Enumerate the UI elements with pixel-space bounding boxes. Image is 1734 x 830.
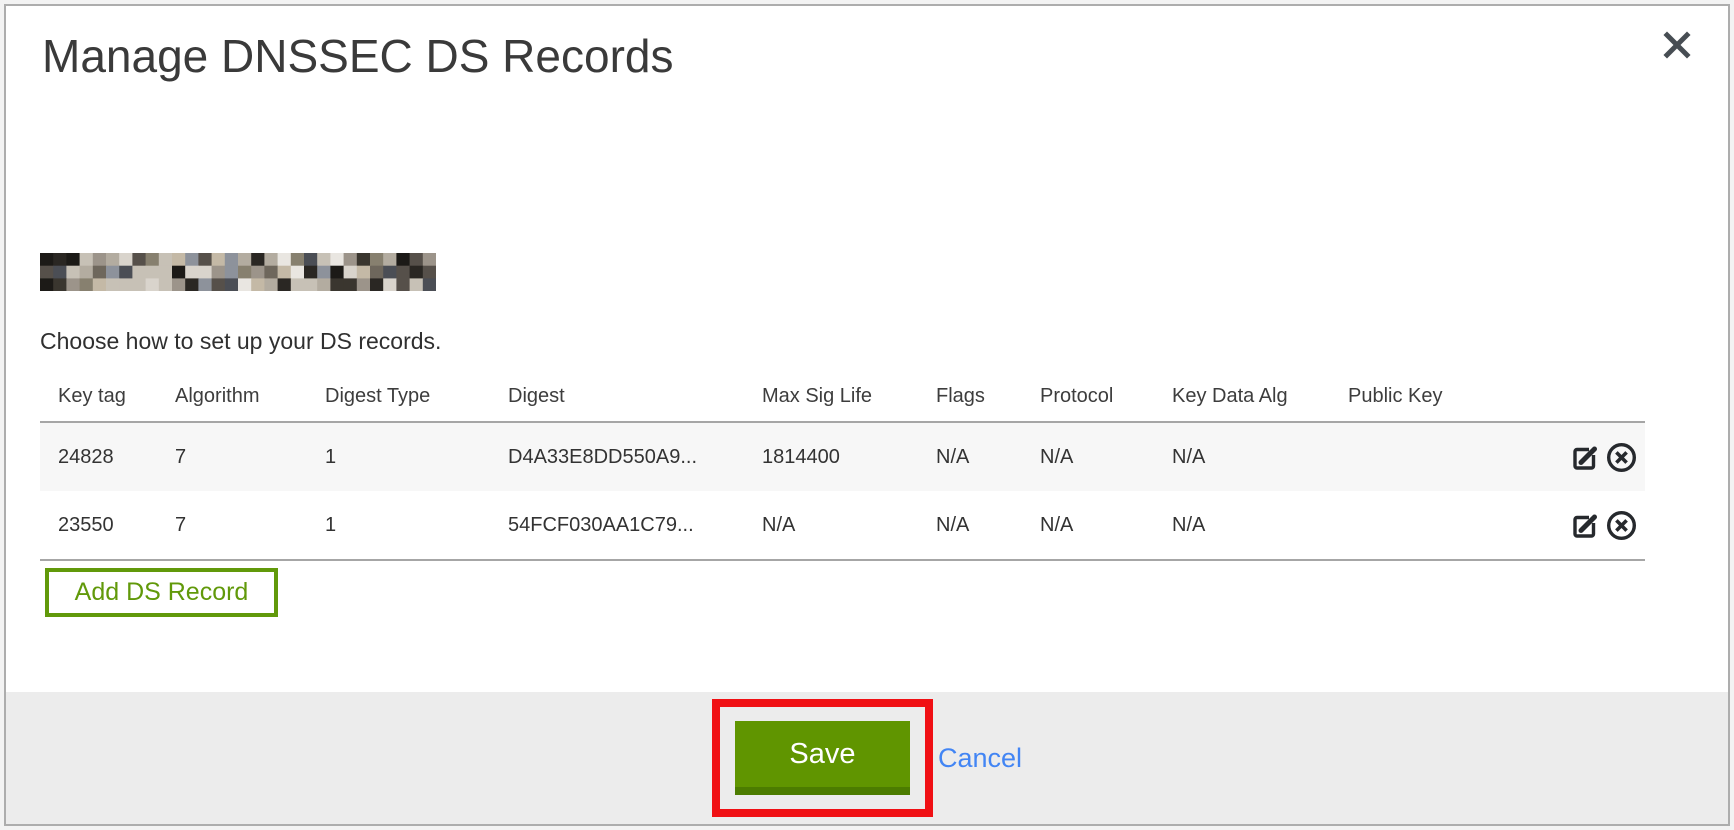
edit-record-button[interactable] [1569,441,1602,474]
col-header-flags: Flags [936,385,1040,408]
table-row: 23550 7 1 54FCF030AA1C79... N/A N/A N/A … [40,491,1645,559]
annotation-highlight-box: Save [712,699,933,817]
cancel-link[interactable]: Cancel [938,743,1022,774]
intro-text: Choose how to set up your DS records. [40,328,441,355]
screen: Manage DNSSEC DS Records Choose how to s… [0,0,1734,830]
edit-icon [1569,462,1602,475]
col-header-key-data-alg: Key Data Alg [1172,385,1348,408]
table-body: 24828 7 1 D4A33E8DD550A9... 1814400 N/A … [40,423,1645,561]
col-header-max-sig-life: Max Sig Life [762,385,936,408]
col-header-protocol: Protocol [1040,385,1172,408]
cell-algorithm: 7 [175,514,325,537]
cell-flags: N/A [936,514,1040,537]
close-icon [1660,28,1694,62]
table-row: 24828 7 1 D4A33E8DD550A9... 1814400 N/A … [40,423,1645,491]
cell-digest: 54FCF030AA1C79... [508,514,762,537]
cell-algorithm: 7 [175,446,325,469]
table-header-row: Key tag Algorithm Digest Type Digest Max… [40,368,1645,423]
delete-icon [1604,463,1639,475]
col-header-digest-type: Digest Type [325,385,508,408]
cell-max-sig-life: N/A [762,514,936,537]
delete-record-button[interactable] [1604,508,1639,543]
cell-digest-type: 1 [325,514,508,537]
manage-dnssec-modal: Manage DNSSEC DS Records Choose how to s… [4,4,1730,826]
redacted-domain-name [40,253,436,291]
edit-record-button[interactable] [1569,509,1602,542]
modal-title: Manage DNSSEC DS Records [42,32,673,80]
add-ds-record-button[interactable]: Add DS Record [45,568,278,617]
cell-key-data-alg: N/A [1172,514,1348,537]
cell-key-tag: 24828 [40,446,175,469]
delete-icon [1604,531,1639,543]
cell-key-tag: 23550 [40,514,175,537]
delete-record-button[interactable] [1604,440,1639,475]
col-header-public-key: Public Key [1348,385,1565,408]
col-header-key-tag: Key tag [40,385,175,408]
save-button[interactable]: Save [735,721,910,795]
cell-protocol: N/A [1040,446,1172,469]
modal-footer: Save Cancel [6,692,1728,824]
cell-protocol: N/A [1040,514,1172,537]
col-header-algorithm: Algorithm [175,385,325,408]
cell-key-data-alg: N/A [1172,446,1348,469]
cell-digest: D4A33E8DD550A9... [508,446,762,469]
edit-icon [1569,530,1602,543]
cell-max-sig-life: 1814400 [762,446,936,469]
close-button[interactable] [1660,28,1694,62]
col-header-digest: Digest [508,385,762,408]
cell-digest-type: 1 [325,446,508,469]
ds-records-table: Key tag Algorithm Digest Type Digest Max… [40,368,1645,561]
cell-flags: N/A [936,446,1040,469]
